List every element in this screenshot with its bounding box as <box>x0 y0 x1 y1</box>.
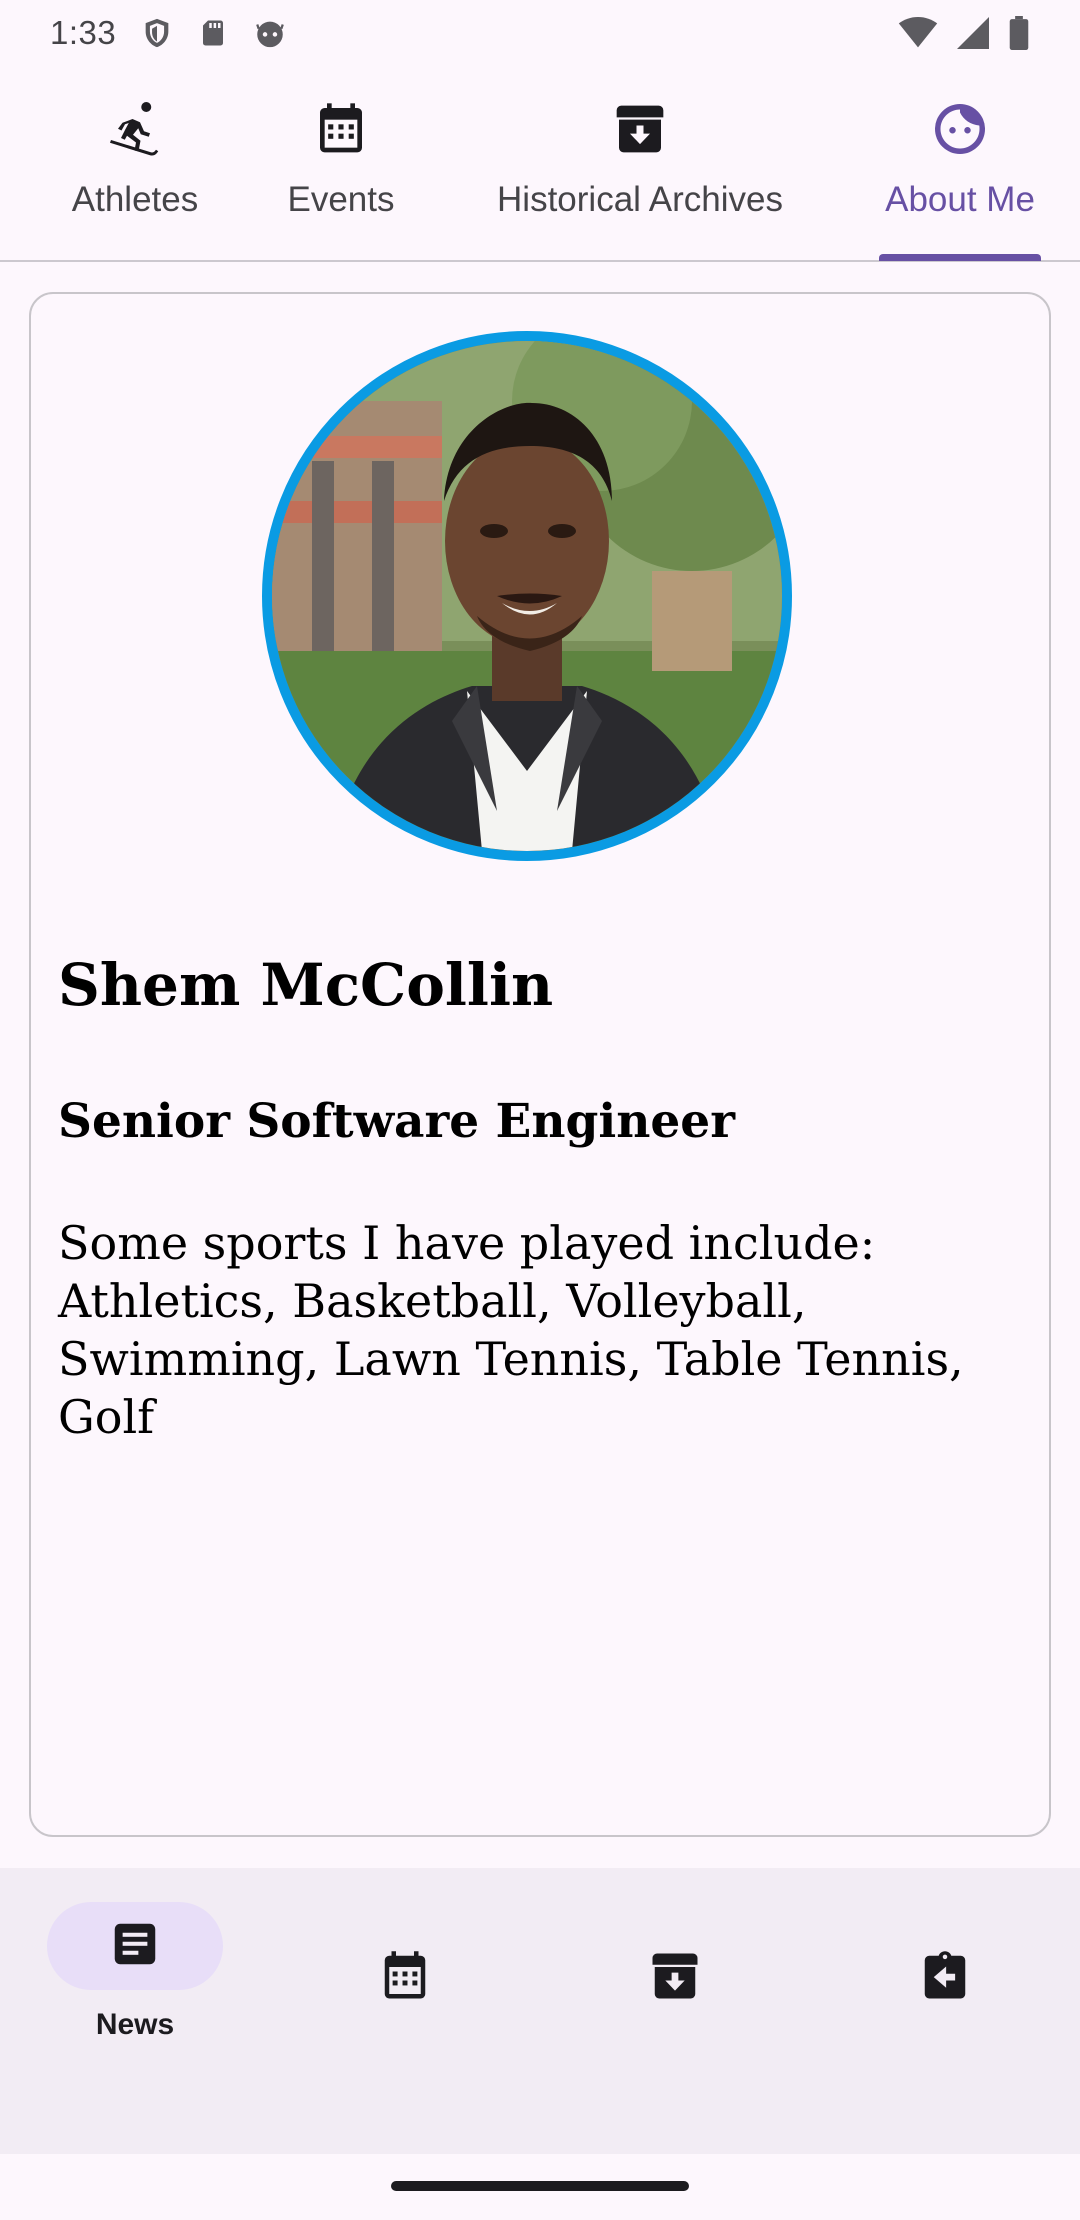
archive-icon <box>648 1949 702 2008</box>
nav-label-news: News <box>95 2008 175 2041</box>
android-face-icon <box>252 16 288 50</box>
face-icon <box>930 96 990 162</box>
tab-athletes[interactable]: Athletes <box>40 66 230 260</box>
profile-bio: Some sports I have played include: Athle… <box>58 1216 964 1444</box>
nav-item-events[interactable] <box>270 1868 540 2068</box>
app-root: 1:33 Athletes Events Historical Archives… <box>0 0 1080 2220</box>
profile-card: Shem McCollin Senior Software Engineer S… <box>29 292 1051 1837</box>
status-right <box>898 16 1030 50</box>
nav-pill <box>317 1934 493 2022</box>
profile-title: Senior Software Engineer <box>58 1094 735 1149</box>
status-time: 1:33 <box>50 14 117 51</box>
calendar-icon <box>378 1947 432 2010</box>
avatar <box>262 331 792 861</box>
nav-item-news[interactable]: News <box>0 1868 270 2068</box>
bottom-navigation-bar: News <box>0 1868 1080 2154</box>
active-tab-indicator <box>879 254 1041 261</box>
top-tab-bar: Athletes Events Historical Archives Abou… <box>0 66 1080 262</box>
tab-label: Events <box>287 180 395 219</box>
shield-icon <box>140 15 174 51</box>
archive-icon <box>612 96 668 162</box>
article-icon <box>108 1917 162 1976</box>
wifi-icon <box>898 17 938 49</box>
nav-pill <box>857 1934 1033 2022</box>
nav-active-pill <box>47 1902 223 1990</box>
status-bar: 1:33 <box>0 0 1080 66</box>
tab-label: Athletes <box>71 180 199 219</box>
profile-name: Shem McCollin <box>58 951 554 1019</box>
assignment-return-icon <box>918 1948 972 2009</box>
nav-pill <box>587 1934 763 2022</box>
sd-card-icon <box>198 16 228 50</box>
tab-events[interactable]: Events <box>262 66 420 260</box>
nav-item-about[interactable] <box>810 1868 1080 2068</box>
signal-icon <box>956 17 990 49</box>
battery-icon <box>1008 16 1030 50</box>
tab-historical-archives[interactable]: Historical Archives <box>460 66 820 260</box>
nav-item-archives[interactable] <box>540 1868 810 2068</box>
calendar-icon <box>313 96 369 162</box>
tab-label: Historical Archives <box>497 180 783 219</box>
home-indicator[interactable] <box>391 2181 689 2191</box>
skiing-person-icon <box>105 96 165 162</box>
status-left: 1:33 <box>50 14 288 52</box>
tab-label: About Me <box>885 180 1035 219</box>
tab-about-me[interactable]: About Me <box>864 66 1056 260</box>
